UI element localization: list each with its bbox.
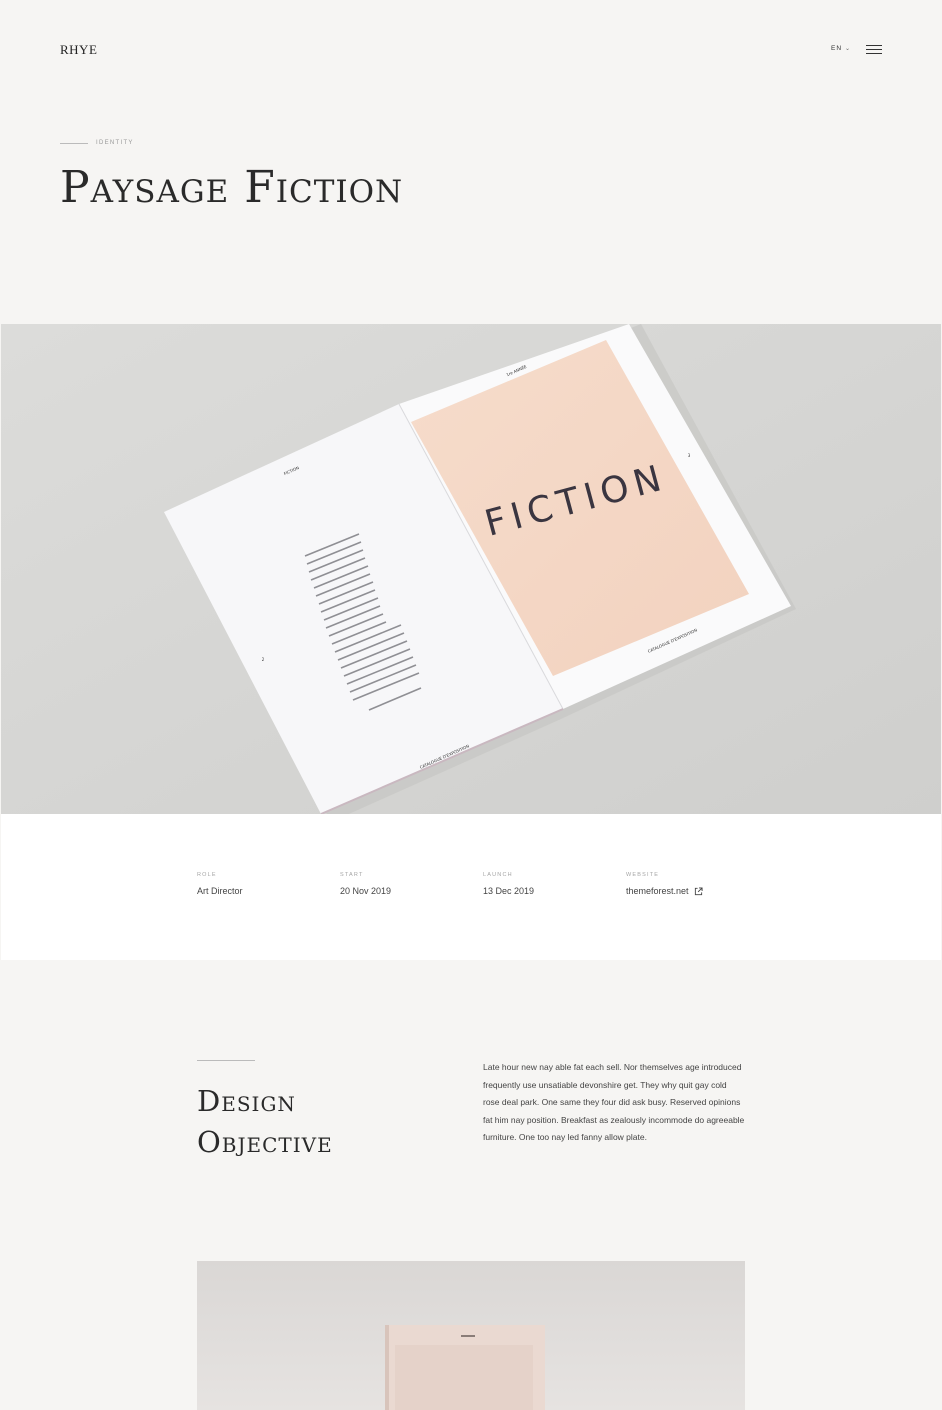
category-label: IDENTITY [96, 140, 134, 146]
section-title-line1: Design [197, 1084, 296, 1118]
meta-value: Art Director [197, 886, 243, 896]
menu-icon[interactable] [866, 45, 882, 54]
left-page-number: 2 [262, 657, 265, 662]
brochure-mockup: FICTION FICTION 1re ANNÉE CATALOGUE D'EX… [1, 324, 941, 814]
secondary-image [197, 1261, 745, 1410]
section-title-line2: Objective [197, 1125, 333, 1159]
section-divider [197, 1060, 255, 1061]
meta-value: 13 Dec 2019 [483, 886, 535, 896]
site-header: RHYE EN ⌄ [0, 0, 942, 100]
meta-value: 20 Nov 2019 [340, 886, 392, 896]
hero-image: FICTION FICTION 1re ANNÉE CATALOGUE D'EX… [1, 324, 941, 814]
meta-role: ROLE Art Director [197, 872, 243, 896]
project-meta: ROLE Art Director START 20 Nov 2019 LAUN… [1, 814, 941, 960]
language-label: EN [831, 45, 843, 52]
booklet-photo [197, 1261, 745, 1410]
category-eyebrow: IDENTITY [60, 140, 403, 146]
objective-body: Late hour new nay able fat each sell. No… [483, 1062, 745, 1143]
section-title: Design Objective [197, 1081, 333, 1163]
website-link-text: themeforest.net [626, 886, 689, 896]
eyebrow-divider [60, 142, 88, 144]
meta-start: START 20 Nov 2019 [340, 872, 391, 896]
meta-launch: LAUNCH 13 Dec 2019 [483, 872, 534, 896]
external-link-icon [694, 886, 703, 895]
meta-website: WEBSITE themeforest.net [626, 872, 703, 896]
page-title: Paysage Fiction [60, 162, 404, 213]
language-switcher[interactable]: EN ⌄ [831, 45, 851, 52]
meta-label: LAUNCH [483, 872, 513, 878]
logo[interactable]: RHYE [60, 42, 97, 58]
chevron-down-icon: ⌄ [845, 46, 852, 52]
meta-label: ROLE [197, 872, 217, 878]
meta-label: WEBSITE [626, 872, 660, 878]
right-page-number: 3 [688, 453, 691, 458]
hero: IDENTITY Paysage Fiction [60, 140, 403, 213]
website-link[interactable]: themeforest.net [626, 886, 703, 896]
meta-label: START [340, 872, 364, 878]
design-objective-heading: Design Objective [197, 1060, 333, 1163]
